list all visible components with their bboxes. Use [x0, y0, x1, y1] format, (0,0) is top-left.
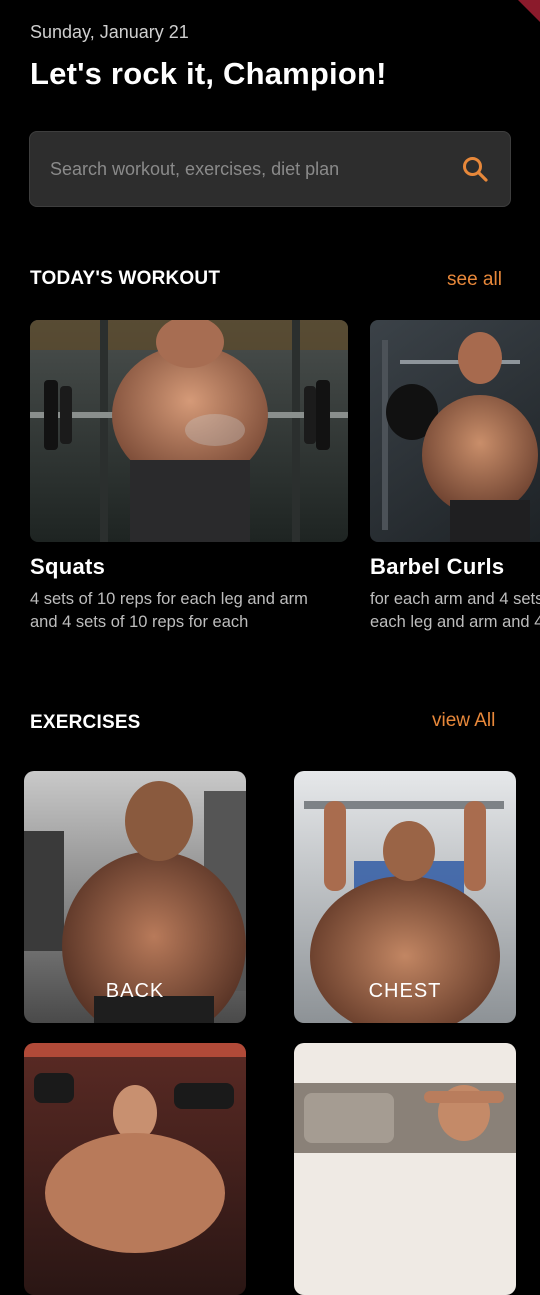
search-input[interactable]: [48, 157, 460, 181]
exercise-card-back[interactable]: BACK: [24, 771, 246, 1023]
workout-image-barbel-curls: [370, 320, 540, 542]
search-icon[interactable]: [460, 154, 490, 184]
date-label: Sunday, January 21: [30, 22, 189, 42]
exercise-card-chest[interactable]: CHEST: [294, 771, 516, 1023]
workout-image-squats: [30, 320, 348, 542]
workout-name: Barbel Curls: [370, 554, 505, 579]
search-bar[interactable]: [29, 131, 511, 207]
exercise-label: BACK: [105, 980, 165, 1002]
exercise-card-shoulders[interactable]: [24, 1043, 246, 1295]
view-all-link[interactable]: view All: [432, 710, 495, 732]
todays-workout-title: TODAY'S WORKOUT: [30, 268, 221, 289]
workout-description: 4 sets of 10 reps for each leg and arm a…: [30, 590, 308, 631]
corner-flag: [518, 0, 540, 22]
exercise-label: CHEST: [368, 980, 442, 1002]
workout-name: Squats: [30, 554, 106, 579]
greeting-title: Let's rock it, Champion!: [30, 56, 387, 91]
workout-card-barbel-curls[interactable]: Barbel Curls for each arm and 4 sets of …: [370, 320, 540, 634]
see-all-link[interactable]: see all: [447, 269, 502, 291]
exercises-title: EXERCISES: [30, 712, 141, 733]
workout-card-squats[interactable]: Squats 4 sets of 10 reps for each leg an…: [30, 320, 348, 634]
exercise-card-abs[interactable]: [294, 1043, 516, 1295]
workout-description: for each arm and 4 sets of 10 reps each …: [370, 590, 540, 631]
